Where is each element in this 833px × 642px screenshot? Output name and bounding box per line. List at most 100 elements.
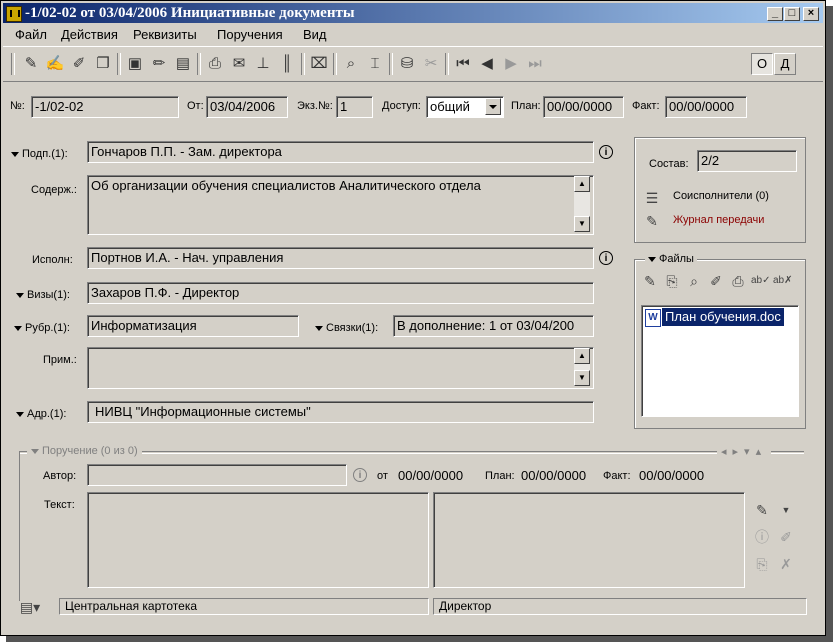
svyazi-label[interactable]: Связки(1): <box>315 322 378 334</box>
links-field[interactable]: В дополнение: 1 от 03/04/200 <box>393 315 594 337</box>
plan-date-field[interactable]: 00/00/0000 <box>543 96 624 118</box>
view-file-icon[interactable]: ⌕ <box>685 272 703 290</box>
delete-file-icon[interactable]: ab✗ <box>773 272 793 290</box>
author-info-icon[interactable]: i <box>353 468 367 482</box>
search-document-icon[interactable]: ⌕ <box>341 54 361 74</box>
menu-file[interactable]: Файл <box>15 27 47 42</box>
document-card-icon[interactable]: ▤ <box>173 54 193 74</box>
word-document-icon: W <box>645 309 661 327</box>
notes-scrollbar[interactable]: ▲ ▼ <box>574 348 590 386</box>
author-label: Автор: <box>43 470 77 482</box>
author-field[interactable] <box>87 464 347 486</box>
num-field[interactable]: -1/02-02 <box>31 96 179 118</box>
minimize-button[interactable]: _ <box>767 7 783 21</box>
from-date-field[interactable]: 03/04/2006 <box>206 96 288 118</box>
executor-field[interactable]: Портнов И.А. - Нач. управления <box>87 247 594 269</box>
close-button[interactable]: × <box>803 7 819 21</box>
send-icon[interactable]: ✉ <box>229 54 249 74</box>
print-icon[interactable]: ⎙ <box>205 54 225 74</box>
assignment-send-icon[interactable]: ⎘ <box>753 555 771 573</box>
toolbar: ✎ ✍ ✐ ❐ ▣ ✏ ▤ ⎙ ✉ ⊥ ║ ⌧ ⌕ ⌶ ⛁ ✂ ⏮ ◀ ▶ ⏭ … <box>3 46 823 82</box>
menu-assignments[interactable]: Поручения <box>217 27 283 42</box>
podp-label[interactable]: Подп.(1): <box>11 148 68 160</box>
content-text: Об организации обучения специалистов Ана… <box>91 178 481 193</box>
insert-field-icon[interactable]: ⌶ <box>365 54 385 74</box>
journal-link[interactable]: Журнал передачи <box>673 214 764 226</box>
copy-number-field[interactable]: 1 <box>336 96 373 118</box>
notes-textarea[interactable]: ▲ ▼ <box>87 347 594 389</box>
assignment-resolution-area[interactable] <box>433 492 745 588</box>
vizy-label[interactable]: Визы(1): <box>16 289 70 301</box>
assignment-fact-label: Факт: <box>603 470 631 482</box>
save-file-icon[interactable]: ⎙ <box>729 272 747 290</box>
file-item[interactable]: План обучения.doc <box>662 308 784 326</box>
prev-record-icon[interactable]: ◀ <box>477 54 497 74</box>
edit-icon[interactable]: ✏ <box>149 54 169 74</box>
toggle-o-button[interactable]: О <box>751 53 773 75</box>
open-file-icon[interactable]: ⎘ <box>663 272 681 290</box>
edit-file-icon[interactable]: ✐ <box>707 272 725 290</box>
cut-icon[interactable]: ✂ <box>421 54 441 74</box>
assignment-nav-icons[interactable]: ◂▸▾▴ <box>717 445 772 458</box>
notes-scroll-up-icon[interactable]: ▲ <box>574 348 590 364</box>
next-record-icon[interactable]: ▶ <box>501 54 521 74</box>
assignment-plan-value: 00/00/0000 <box>521 468 587 483</box>
last-record-icon[interactable]: ⏭ <box>525 54 545 74</box>
assignment-delete-icon[interactable]: ✗ <box>777 555 795 573</box>
rename-file-icon[interactable]: ab✓ <box>751 272 771 290</box>
access-select[interactable]: общий <box>426 96 504 118</box>
assignment-section-label[interactable]: Поручение (0 из 0) <box>27 445 142 457</box>
notes-scroll-down-icon[interactable]: ▼ <box>574 370 590 386</box>
registration-icon[interactable]: ⌧ <box>309 54 329 74</box>
coexecutors-icon[interactable]: ☰ <box>643 189 661 207</box>
add-file-icon[interactable]: ✎ <box>641 272 659 290</box>
content-textarea[interactable]: Об организации обучения специалистов Ана… <box>87 175 594 235</box>
maximize-button[interactable]: □ <box>784 7 800 21</box>
coexecutors-link[interactable]: Соисполнители (0) <box>673 190 769 202</box>
scroll-down-icon[interactable]: ▼ <box>574 216 590 232</box>
new-document-icon[interactable]: ✎ <box>21 54 41 74</box>
signer-info-icon[interactable]: i <box>599 145 613 159</box>
new-assignment-dropdown-icon[interactable]: ▼ <box>777 501 795 519</box>
content-scrollbar[interactable]: ▲ ▼ <box>574 176 590 232</box>
composition-field[interactable]: 2/2 <box>697 150 797 172</box>
menu-requisites[interactable]: Реквизиты <box>133 27 197 42</box>
scroll-up-icon[interactable]: ▲ <box>574 176 590 192</box>
archive-icon[interactable]: ⛁ <box>397 54 417 74</box>
access-dropdown-icon[interactable] <box>485 98 501 115</box>
app-icon <box>6 6 22 22</box>
assignment-from-label: от <box>377 470 388 482</box>
menu-view[interactable]: Вид <box>303 27 327 42</box>
new-assignment-icon[interactable]: ✎ <box>753 501 771 519</box>
visas-field[interactable]: Захаров П.Ф. - Директор <box>87 282 594 304</box>
rubr-label[interactable]: Рубр.(1): <box>14 322 70 334</box>
new-copy-icon[interactable]: ❐ <box>93 54 113 74</box>
fact-date-field[interactable]: 00/00/0000 <box>665 96 747 118</box>
first-record-icon[interactable]: ⏮ <box>453 54 473 74</box>
executor-info-icon[interactable]: i <box>599 251 613 265</box>
from-label: От: <box>187 100 204 112</box>
ispoln-label: Исполн: <box>32 254 73 266</box>
addressee-field[interactable]: НИВЦ "Информационные системы" <box>87 401 594 423</box>
window-title: -1/02-02 от 03/04/2006 Инициативные доку… <box>25 5 355 21</box>
fact-label: Факт: <box>632 100 660 112</box>
new-linked-icon[interactable]: ✐ <box>69 54 89 74</box>
text-label: Текст: <box>44 499 75 511</box>
toggle-d-button[interactable]: Д <box>774 53 796 75</box>
adr-label[interactable]: Адр.(1): <box>16 408 66 420</box>
assignment-edit-icon[interactable]: ✐ <box>777 528 795 546</box>
save-icon[interactable]: ▣ <box>125 54 145 74</box>
barcode-icon[interactable]: ║ <box>277 54 297 74</box>
journal-icon[interactable]: ✎ <box>643 212 661 230</box>
assignment-text-area[interactable] <box>87 492 429 588</box>
stamp-icon[interactable]: ⊥ <box>253 54 273 74</box>
cabinet-menu-icon[interactable]: ▤▾ <box>15 598 45 616</box>
signer-field[interactable]: Гончаров П.П. - Зам. директора <box>87 141 594 163</box>
rubric-field[interactable]: Информатизация <box>87 315 299 337</box>
files-list[interactable]: W План обучения.doc <box>641 305 799 417</box>
menu-actions[interactable]: Действия <box>61 27 118 42</box>
new-from-template-icon[interactable]: ✍ <box>45 54 65 74</box>
title-bar: -1/02-02 от 03/04/2006 Инициативные доку… <box>3 3 823 23</box>
assignment-info-icon[interactable]: ⓘ <box>753 528 771 546</box>
files-label[interactable]: Файлы <box>645 253 697 265</box>
